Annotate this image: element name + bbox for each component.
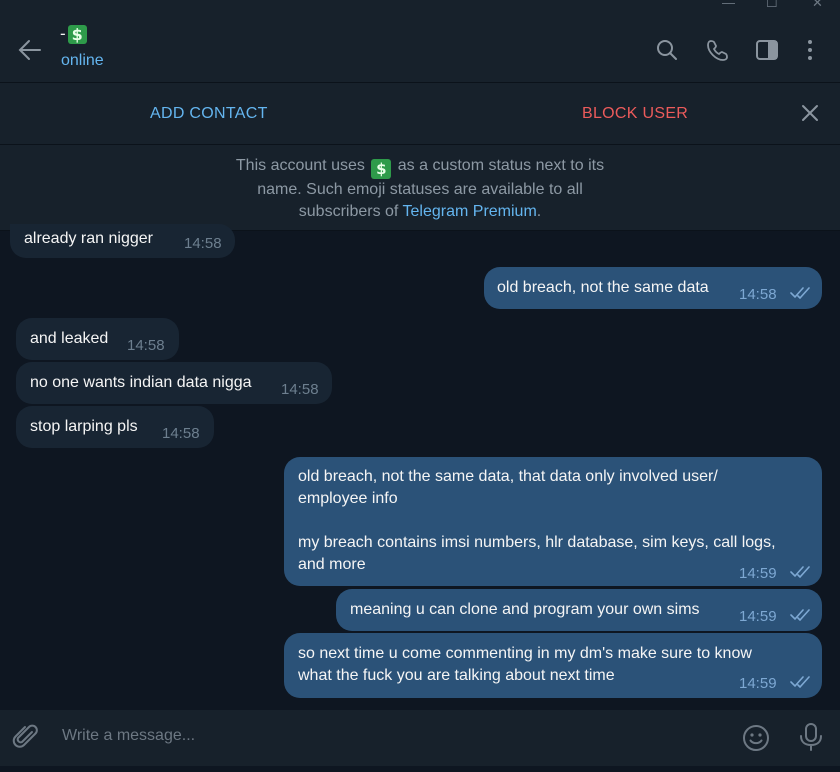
message-bubble[interactable]: no one wants indian data nigga 14:58 <box>16 362 332 404</box>
phone-icon[interactable] <box>706 38 730 62</box>
message-text: no one wants indian data nigga <box>30 374 252 391</box>
contact-action-bar: ADD CONTACT BLOCK USER <box>0 83 840 145</box>
message-text: so next time u come commenting in my dm'… <box>298 645 752 684</box>
attach-icon[interactable] <box>12 724 40 752</box>
message-time: 14:59 <box>739 675 777 692</box>
window-titlebar: — ☐ ✕ <box>0 0 840 16</box>
message-time: 14:59 <box>739 565 777 582</box>
notice-text-part: . <box>536 203 542 220</box>
message-text: old breach, not the same data, that data… <box>298 468 776 573</box>
add-contact-button[interactable]: ADD CONTACT <box>150 105 268 123</box>
message-time: 14:59 <box>739 608 777 625</box>
message-bubble[interactable]: and leaked 14:58 <box>16 318 179 360</box>
search-icon[interactable] <box>655 38 679 62</box>
message-bubble[interactable]: meaning u can clone and program your own… <box>336 589 822 631</box>
emoji-icon[interactable] <box>742 724 770 752</box>
emoji-status-icon: $ <box>371 159 392 179</box>
chat-status: online <box>61 52 104 69</box>
message-time: 14:58 <box>184 235 222 252</box>
message-composer <box>0 710 840 766</box>
block-user-button[interactable]: BLOCK USER <box>582 105 688 123</box>
message-bubble[interactable]: already ran nigger 14:58 <box>10 224 235 258</box>
message-text: and leaked <box>30 330 109 347</box>
window-bottom-edge <box>0 766 840 772</box>
premium-notice-text: This account uses $ as a custom status n… <box>220 155 620 223</box>
sidebar-icon[interactable] <box>755 38 779 62</box>
double-check-icon <box>790 609 810 621</box>
notice-text-part: This account uses <box>235 157 370 174</box>
message-text: old breach, not the same data <box>497 279 709 296</box>
message-text: already ran nigger <box>24 230 153 247</box>
chat-title[interactable]: - $ <box>60 24 87 44</box>
back-arrow-icon[interactable] <box>16 36 44 64</box>
message-time: 14:58 <box>127 337 165 354</box>
message-time: 14:58 <box>162 425 200 442</box>
double-check-icon <box>790 676 810 688</box>
message-bubble[interactable]: old breach, not the same data, that data… <box>284 457 822 586</box>
double-check-icon <box>790 287 810 299</box>
more-icon[interactable] <box>798 38 822 62</box>
close-icon[interactable] <box>800 103 820 123</box>
message-bubble[interactable]: stop larping pls 14:58 <box>16 406 214 448</box>
message-text: meaning u can clone and program your own… <box>350 601 700 618</box>
message-input[interactable] <box>60 726 664 746</box>
emoji-status-icon: $ <box>67 24 87 44</box>
premium-status-notice: This account uses $ as a custom status n… <box>0 145 840 231</box>
message-bubble[interactable]: so next time u come commenting in my dm'… <box>284 633 822 698</box>
message-time: 14:58 <box>281 381 319 398</box>
mic-icon[interactable] <box>798 722 824 752</box>
maximize-icon[interactable]: ☐ <box>766 0 778 10</box>
double-check-icon <box>790 566 810 578</box>
message-text: stop larping pls <box>30 418 138 435</box>
message-bubble[interactable]: old breach, not the same data 14:58 <box>484 267 822 309</box>
message-time: 14:58 <box>739 286 777 303</box>
close-icon[interactable]: ✕ <box>812 0 823 10</box>
chat-name-text: - <box>60 24 66 43</box>
telegram-premium-link[interactable]: Telegram Premium <box>403 203 537 220</box>
chat-header: - $ online <box>0 16 840 83</box>
minimize-icon[interactable]: — <box>722 0 735 10</box>
